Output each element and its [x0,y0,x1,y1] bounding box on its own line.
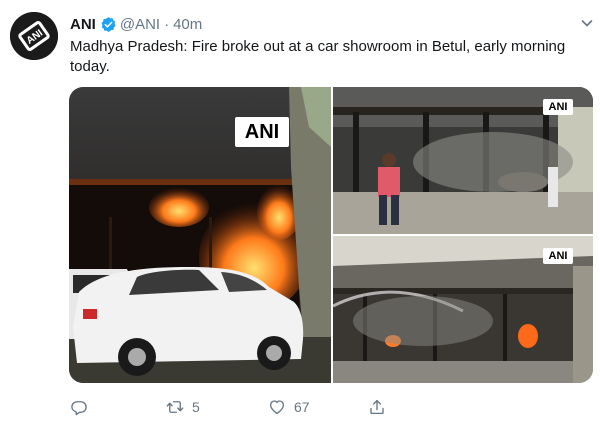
ani-watermark: ANI [235,117,289,147]
chevron-down-icon [581,20,593,27]
tweet-actions: 5 67 [70,396,390,418]
retweet-icon [166,401,184,413]
verified-badge-icon [100,16,117,33]
ani-watermark: ANI [543,248,573,264]
share-icon [370,399,384,415]
tweet-timestamp[interactable]: 40m [173,16,202,33]
tweet-text: Madhya Pradesh: Fire broke out at a car … [70,38,566,75]
author-name[interactable]: ANI [70,16,96,33]
photo-firefighting[interactable]: ANI [333,236,593,383]
ani-logo-icon: ANI [10,12,58,60]
more-options-button[interactable] [580,16,594,30]
reply-button[interactable] [70,396,96,418]
photo-car-showroom-fire[interactable]: ANI [69,87,331,383]
ani-watermark: ANI [543,99,573,115]
retweet-count: 5 [192,399,200,415]
header-separator: · [164,15,170,33]
share-button[interactable] [368,396,386,418]
avatar[interactable]: ANI [10,12,58,60]
tweet-card[interactable]: ANI ANI @ANI · 40m Madhya Pradesh: Fire … [0,0,600,433]
author-handle[interactable]: @ANI [120,16,160,33]
media-grid: ANI ANI ANI [69,87,593,383]
photo-burnt-showroom[interactable]: ANI [333,87,593,234]
reply-icon [71,401,87,416]
retweet-button[interactable]: 5 [166,396,200,418]
tweet-header: ANI @ANI · 40m [70,13,202,35]
like-icon [269,400,285,415]
like-button[interactable]: 67 [268,396,310,418]
like-count: 67 [294,399,310,415]
